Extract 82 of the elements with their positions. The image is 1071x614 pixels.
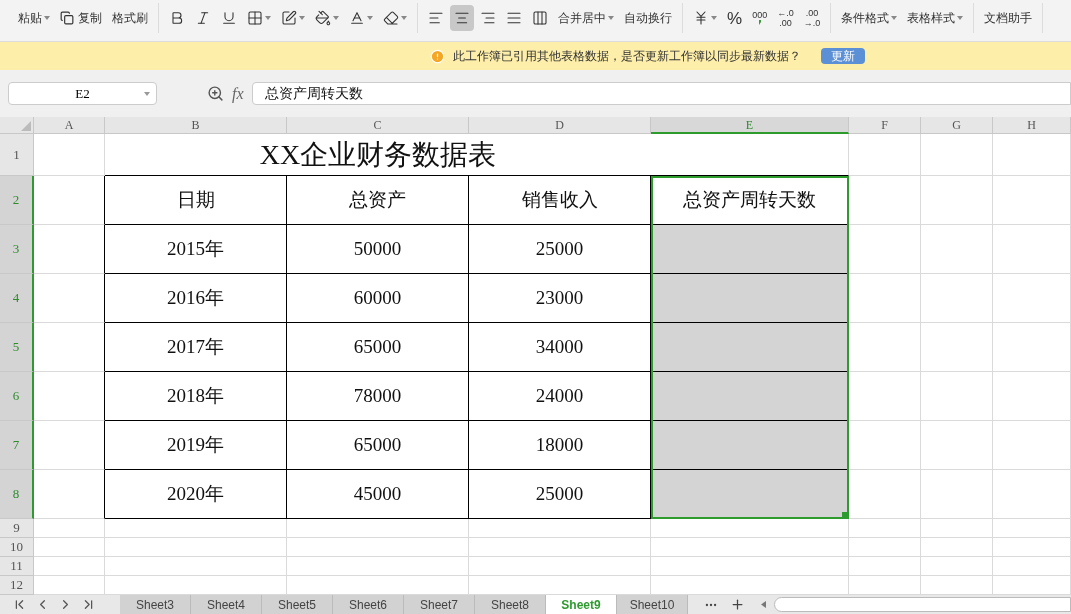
pen-square-icon	[281, 10, 297, 26]
table-cell: 日期	[105, 176, 287, 225]
warning-icon	[430, 48, 445, 64]
ribbon-button[interactable]: 条件格式	[837, 6, 902, 30]
table-cell: 2016年	[105, 274, 287, 323]
fx-label[interactable]: fx	[232, 81, 244, 106]
column-header[interactable]: G	[921, 117, 993, 134]
yen-icon	[693, 10, 709, 26]
zoom-icon[interactable]	[207, 85, 224, 102]
table-cell: 45000	[287, 470, 469, 519]
sheet-tab[interactable]: Sheet6	[333, 595, 404, 614]
bold-icon	[169, 10, 185, 26]
table-cell: 25000	[469, 225, 651, 274]
decimal-button[interactable]: .00 →.0	[799, 6, 825, 30]
table-cell: 34000	[469, 323, 651, 372]
sheet-tab[interactable]: Sheet7	[404, 595, 475, 614]
notice-text: 此工作簿已引用其他表格数据，是否更新工作簿以同步最新数据？	[453, 48, 801, 65]
font-color-icon	[349, 10, 365, 26]
grid-icon	[247, 10, 263, 26]
ribbon-button[interactable]: 表格样式	[903, 6, 968, 30]
row-header[interactable]: 12	[0, 576, 34, 595]
align-justify-icon	[506, 10, 522, 26]
column-header[interactable]: A	[34, 117, 105, 134]
table-cell: 50000	[287, 225, 469, 274]
sheet-tab[interactable]: Sheet3	[120, 595, 191, 614]
table-cell: 78000	[287, 372, 469, 421]
row-header[interactable]: 1	[0, 134, 34, 176]
distribute-icon	[532, 10, 548, 26]
decimal-button[interactable]: ←.0 .00	[773, 6, 798, 30]
table-cell: 23000	[469, 274, 651, 323]
column-header[interactable]: H	[993, 117, 1071, 134]
ribbon-button[interactable]: 合并居中	[554, 6, 618, 30]
table-cell: 2020年	[105, 470, 287, 519]
table-cell: 2019年	[105, 421, 287, 470]
ribbon-button[interactable]: 格式刷	[108, 6, 152, 30]
add-sheet-icon[interactable]	[730, 597, 745, 612]
underline-icon	[221, 10, 237, 26]
table-cell: 2017年	[105, 323, 287, 372]
sheet-tab[interactable]: Sheet9	[546, 595, 617, 614]
sheet-tab[interactable]: Sheet10	[617, 595, 688, 614]
ribbon-button[interactable]: 自动换行	[620, 6, 676, 30]
row-header[interactable]: 10	[0, 538, 34, 557]
sheet-tab[interactable]: Sheet8	[475, 595, 546, 614]
formula-field[interactable]: 总资产周转天数	[251, 82, 1071, 105]
table-cell: 总资产	[287, 176, 469, 225]
table-cell: 销售收入	[469, 176, 651, 225]
italic-icon	[195, 10, 211, 26]
column-header[interactable]: D	[469, 117, 651, 134]
copy-icon	[60, 11, 74, 25]
table-cell: 24000	[469, 372, 651, 421]
align-right-icon	[480, 10, 496, 26]
row-header[interactable]: 9	[0, 519, 34, 538]
comma-icon	[758, 20, 762, 25]
column-header[interactable]: C	[287, 117, 469, 134]
horizontal-scrollbar[interactable]	[774, 597, 1071, 612]
caret-icon	[144, 91, 150, 96]
eraser-icon	[383, 10, 399, 26]
row-header[interactable]: 11	[0, 557, 34, 576]
percent-button[interactable]: %	[723, 6, 747, 30]
name-box[interactable]: E2	[8, 82, 157, 105]
copy-button[interactable]: 复制	[56, 6, 106, 30]
table-cell: 65000	[287, 323, 469, 372]
table-cell: 25000	[469, 470, 651, 519]
align-center-icon	[454, 10, 470, 26]
corner-triangle-icon	[21, 121, 31, 131]
align-left-icon	[428, 10, 444, 26]
column-header[interactable]: F	[849, 117, 921, 134]
table-cell: 2015年	[105, 225, 287, 274]
sheet-tab[interactable]: Sheet5	[262, 595, 333, 614]
paint-bucket-icon	[315, 10, 331, 26]
thousands-button[interactable]: 000	[748, 6, 772, 30]
sheet-tab[interactable]: Sheet4	[191, 595, 262, 614]
table-cell: 65000	[287, 421, 469, 470]
table-cell: 2018年	[105, 372, 287, 421]
ribbon-button[interactable]: 粘贴	[14, 6, 54, 30]
scroll-left-icon[interactable]	[761, 601, 766, 608]
update-button[interactable]: 更新	[821, 48, 865, 64]
table-cell: 60000	[287, 274, 469, 323]
ribbon-button[interactable]: 文档助手	[980, 6, 1037, 30]
align-center-button[interactable]	[450, 5, 474, 31]
table-cell: 18000	[469, 421, 651, 470]
column-header[interactable]: B	[105, 117, 287, 134]
